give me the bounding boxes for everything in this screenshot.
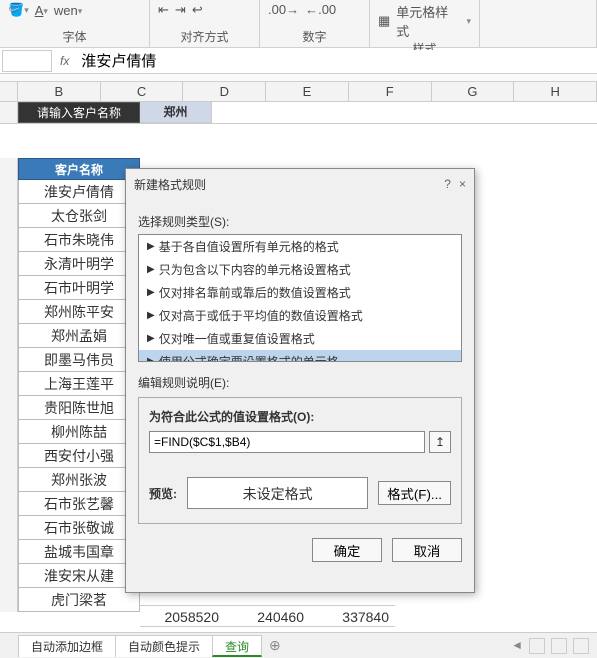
bottom-numbers: 2058520 240460 337840 <box>140 605 395 627</box>
table-row[interactable]: 淮安卢倩倩 <box>18 180 140 204</box>
column-headers: B C D E F G H <box>0 82 597 102</box>
preview-box: 未设定格式 <box>187 477 368 509</box>
ribbon: 🪣▾ A▾ wen▾ 字体 ⇤ ⇥ ↩ 对齐方式 .00→ ←.00 数字 ▦ … <box>0 0 597 48</box>
indent-increase-icon[interactable]: ⇥ <box>175 2 186 18</box>
rule-item[interactable]: ▶仅对唯一值或重复值设置格式 <box>139 327 461 350</box>
rule-type-list[interactable]: ▶基于各自值设置所有单元格的格式 ▶只为包含以下内容的单元格设置格式 ▶仅对排名… <box>138 234 462 362</box>
rule-item[interactable]: ▶只为包含以下内容的单元格设置格式 <box>139 258 461 281</box>
view-pagelayout-icon[interactable] <box>573 638 589 654</box>
sheet-spacer <box>0 74 597 82</box>
ribbon-group-style: ▦ 单元格样式▾ 样式 <box>370 0 480 47</box>
ribbon-number-label: 数字 <box>268 28 361 45</box>
edit-rule-desc-label: 编辑规则说明(E): <box>138 374 462 391</box>
rule-item[interactable]: ▶基于各自值设置所有单元格的格式 <box>139 235 461 258</box>
num-cell[interactable]: 337840 <box>310 606 395 626</box>
table-row[interactable]: 永清叶明学 <box>18 252 140 276</box>
range-selector-button[interactable]: ↥ <box>429 431 451 453</box>
col-header[interactable]: E <box>266 82 349 101</box>
font-color-icon[interactable]: A▾ <box>35 3 48 18</box>
formula-field[interactable] <box>149 431 425 453</box>
ok-button[interactable]: 确定 <box>312 538 382 562</box>
indent-decrease-icon[interactable]: ⇤ <box>158 2 169 18</box>
table-row[interactable]: 石市叶明学 <box>18 276 140 300</box>
name-box[interactable] <box>2 50 52 72</box>
ribbon-font-label: 字体 <box>8 28 141 45</box>
table-header: 客户名称 <box>18 158 140 180</box>
num-cell[interactable]: 240460 <box>225 606 310 626</box>
formula-group-label: 为符合此公式的值设置格式(O): <box>149 408 451 425</box>
triangle-icon: ▶ <box>147 287 155 298</box>
wen-icon[interactable]: wen▾ <box>54 3 82 18</box>
col-header[interactable]: B <box>18 82 101 101</box>
formula-input[interactable] <box>77 50 597 72</box>
format-button[interactable]: 格式(F)... <box>378 481 451 505</box>
dialog-titlebar[interactable]: 新建格式规则 ? × <box>126 169 474 199</box>
fx-icon[interactable]: fx <box>60 54 69 68</box>
table-row[interactable]: 石市张敬诚 <box>18 516 140 540</box>
table-row[interactable]: 贵阳陈世旭 <box>18 396 140 420</box>
ribbon-group-align: ⇤ ⇥ ↩ 对齐方式 <box>150 0 260 47</box>
col-header[interactable]: D <box>183 82 266 101</box>
table-row[interactable]: 盐城韦国章 <box>18 540 140 564</box>
table-row[interactable]: 淮安宋从建 <box>18 564 140 588</box>
prompt-label-cell: 请输入客户名称 <box>18 102 140 123</box>
cancel-button[interactable]: 取消 <box>392 538 462 562</box>
table-row[interactable]: 即墨马伟员 <box>18 348 140 372</box>
new-format-rule-dialog: 新建格式规则 ? × 选择规则类型(S): ▶基于各自值设置所有单元格的格式 ▶… <box>125 168 475 593</box>
decimal-decrease-icon[interactable]: ←.00 <box>305 2 336 17</box>
table-row[interactable]: 虎门梁茗 <box>18 588 140 612</box>
sheet-tab-active[interactable]: 查询 <box>212 635 262 657</box>
col-header[interactable]: G <box>432 82 515 101</box>
view-pagebreak-icon[interactable] <box>551 638 567 654</box>
cell-style-icon[interactable]: ▦ <box>378 13 390 29</box>
col-header[interactable]: H <box>514 82 597 101</box>
sheet-tabs: 自动添加边框 自动颜色提示 查询 ⊕ ◄ <box>0 632 597 658</box>
fill-color-icon[interactable]: 🪣▾ <box>8 2 29 18</box>
ribbon-group-number: .00→ ←.00 数字 <box>260 0 370 47</box>
sheet-tab[interactable]: 自动添加边框 <box>18 635 116 657</box>
add-sheet-icon[interactable]: ⊕ <box>269 637 281 654</box>
col-header[interactable]: C <box>101 82 184 101</box>
prompt-value-cell[interactable]: 郑州 <box>140 102 212 123</box>
preview-label: 预览: <box>149 485 177 502</box>
table-row[interactable]: 上海王莲平 <box>18 372 140 396</box>
table-row[interactable]: 柳州陈喆 <box>18 420 140 444</box>
rule-item[interactable]: ▶仅对高于或低于平均值的数值设置格式 <box>139 304 461 327</box>
cell-style-label[interactable]: 单元格样式 <box>396 2 460 40</box>
formula-bar: fx <box>0 48 597 74</box>
triangle-icon: ▶ <box>147 264 155 275</box>
ribbon-group-extra <box>480 0 597 47</box>
ribbon-align-label: 对齐方式 <box>158 28 251 45</box>
wrap-text-icon[interactable]: ↩ <box>192 2 203 18</box>
rule-item-selected[interactable]: ▶使用公式确定要设置格式的单元格 <box>139 350 461 362</box>
decimal-increase-icon[interactable]: .00→ <box>268 2 299 17</box>
triangle-icon: ▶ <box>147 241 155 252</box>
table-row[interactable]: 西安付小强 <box>18 444 140 468</box>
triangle-icon: ▶ <box>147 356 155 362</box>
table-row[interactable]: 石市朱晓伟 <box>18 228 140 252</box>
close-icon[interactable]: × <box>459 177 466 191</box>
rule-item[interactable]: ▶仅对排名靠前或靠后的数值设置格式 <box>139 281 461 304</box>
dialog-title: 新建格式规则 <box>134 176 206 193</box>
triangle-icon: ▶ <box>147 333 155 344</box>
col-header[interactable]: F <box>349 82 432 101</box>
sheet-tab[interactable]: 自动颜色提示 <box>115 635 213 657</box>
help-icon[interactable]: ? <box>444 177 451 191</box>
view-normal-icon[interactable] <box>529 638 545 654</box>
ribbon-group-font: 🪣▾ A▾ wen▾ 字体 <box>0 0 150 47</box>
table-row[interactable]: 太仓张剑 <box>18 204 140 228</box>
table-row[interactable]: 郑州孟娟 <box>18 324 140 348</box>
nav-left-icon[interactable]: ◄ <box>511 638 523 654</box>
triangle-icon: ▶ <box>147 310 155 321</box>
table-row[interactable]: 石市张艺馨 <box>18 492 140 516</box>
num-cell[interactable]: 2058520 <box>140 606 225 626</box>
select-rule-type-label: 选择规则类型(S): <box>138 213 462 230</box>
table-row[interactable]: 郑州陈平安 <box>18 300 140 324</box>
formula-group: 为符合此公式的值设置格式(O): ↥ 预览: 未设定格式 格式(F)... <box>138 397 462 524</box>
prompt-row: 请输入客户名称 郑州 <box>0 102 597 124</box>
table-row[interactable]: 郑州张波 <box>18 468 140 492</box>
